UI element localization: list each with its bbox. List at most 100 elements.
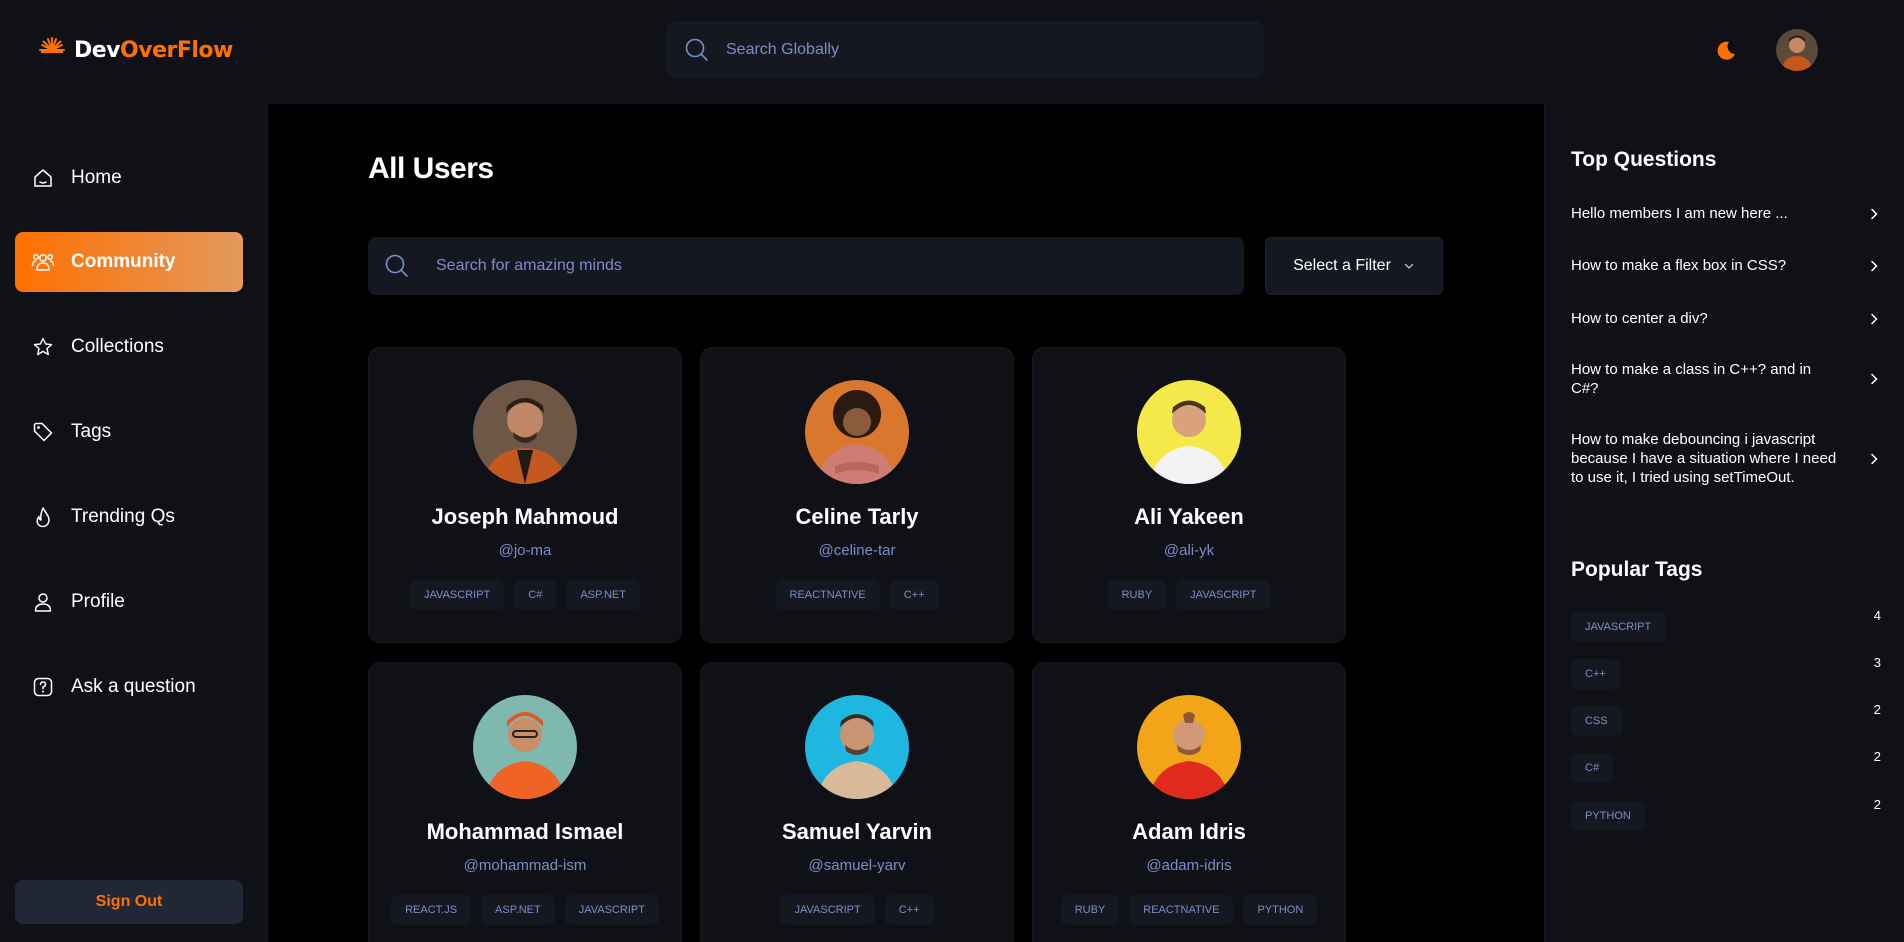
- sidebar-item-profile[interactable]: Profile: [15, 572, 243, 632]
- global-search-input[interactable]: [726, 41, 1226, 59]
- user-username: @jo-ma: [498, 542, 552, 559]
- tag-badge[interactable]: C#: [1571, 753, 1614, 783]
- user-tags: RUBY JAVASCRIPT: [1033, 580, 1345, 610]
- search-icon: [685, 38, 708, 61]
- tag-badge[interactable]: REACT.JS: [391, 895, 472, 925]
- popular-tags-heading: Popular Tags: [1571, 558, 1703, 581]
- user-card[interactable]: Mohammad Ismael @mohammad-ism REACT.JS A…: [368, 662, 682, 942]
- tag-badge[interactable]: REACTNATIVE: [775, 580, 880, 610]
- moon-icon: [1717, 41, 1735, 60]
- user-username: @samuel-yarv: [808, 857, 906, 874]
- filter-select-label: Select a Filter: [1293, 257, 1391, 274]
- popular-tag-row[interactable]: JAVASCRIPT 4: [1571, 608, 1881, 642]
- avatar: [805, 380, 909, 484]
- tag-badge[interactable]: JAVASCRIPT: [410, 580, 505, 610]
- tag-badge[interactable]: CSS: [1571, 706, 1622, 736]
- sidebar-item-ask-question[interactable]: Ask a question: [15, 657, 243, 717]
- popular-tag-row[interactable]: C++ 3: [1571, 655, 1881, 689]
- star-icon: [31, 335, 55, 359]
- filter-select[interactable]: Select a Filter: [1265, 237, 1443, 295]
- tag-badge[interactable]: REACTNATIVE: [1129, 895, 1234, 925]
- top-question-item[interactable]: Hello members I am new here ...: [1571, 204, 1881, 223]
- user-icon: [31, 590, 55, 614]
- chevron-right-icon: [1871, 313, 1878, 324]
- user-card[interactable]: Adam Idris @adam-idris RUBY REACTNATIVE …: [1032, 662, 1346, 942]
- popular-tag-row[interactable]: CSS 2: [1571, 702, 1881, 736]
- tag-badge[interactable]: PYTHON: [1571, 801, 1645, 831]
- sidebar-item-label: Tags: [71, 421, 112, 442]
- user-card[interactable]: Ali Yakeen @ali-yk RUBY JAVASCRIPT: [1032, 347, 1346, 643]
- user-name: Samuel Yarvin: [781, 819, 932, 844]
- tag-badge[interactable]: JAVASCRIPT: [1571, 612, 1666, 642]
- sign-out-button[interactable]: Sign Out: [15, 880, 243, 924]
- question-text: How to make a class in C++? and in C#?: [1571, 361, 1812, 397]
- global-search-bar[interactable]: [666, 21, 1264, 79]
- user-tags: JAVASCRIPT C++: [701, 895, 1013, 925]
- tag-badge[interactable]: JAVASCRIPT: [564, 895, 659, 925]
- tag-badge[interactable]: PYTHON: [1243, 895, 1318, 925]
- top-navbar: DevOverFlow: [0, 0, 1904, 104]
- user-card[interactable]: Joseph Mahmoud @jo-ma JAVASCRIPT C# ASP.…: [368, 347, 682, 643]
- tag-icon: [31, 420, 55, 444]
- tag-badge[interactable]: ASP.NET: [566, 580, 640, 610]
- user-username: @mohammad-ism: [463, 857, 587, 874]
- sidebar-item-collections[interactable]: Collections: [15, 317, 243, 377]
- sidebar-item-trending[interactable]: Trending Qs: [15, 487, 243, 547]
- tag-badge[interactable]: C++: [1571, 659, 1620, 689]
- user-name: Ali Yakeen: [1134, 504, 1244, 529]
- chevron-right-icon: [1871, 373, 1878, 385]
- user-search-bar[interactable]: [368, 237, 1244, 295]
- page-title: All Users: [368, 152, 494, 185]
- tag-badge[interactable]: C#: [514, 580, 557, 610]
- sidebar-item-home[interactable]: Home: [15, 148, 243, 208]
- user-username: @ali-yk: [1163, 542, 1215, 559]
- tag-count: 4: [1873, 608, 1881, 623]
- user-card[interactable]: Samuel Yarvin @samuel-yarv JAVASCRIPT C+…: [700, 662, 1014, 942]
- question-text: How to center a div?: [1571, 310, 1708, 327]
- avatar: [1137, 695, 1241, 799]
- theme-toggle-button[interactable]: [1712, 37, 1740, 65]
- tag-badge[interactable]: C++: [884, 895, 934, 925]
- sidebar-item-community[interactable]: Community: [15, 232, 243, 292]
- tag-badge[interactable]: JAVASCRIPT: [780, 895, 875, 925]
- logo[interactable]: DevOverFlow: [38, 36, 233, 64]
- user-tags: REACTNATIVE C++: [701, 580, 1013, 610]
- user-card[interactable]: Celine Tarly @celine-tar REACTNATIVE C++: [700, 347, 1014, 643]
- sidebar-item-tags[interactable]: Tags: [15, 402, 243, 462]
- user-name: Adam Idris: [1132, 819, 1246, 844]
- user-avatar[interactable]: [1776, 29, 1818, 71]
- user-tags: REACT.JS ASP.NET JAVASCRIPT: [369, 895, 681, 925]
- sidebar-item-label: Ask a question: [71, 676, 196, 697]
- chevron-right-icon: [1871, 453, 1878, 464]
- tag-badge[interactable]: RUBY: [1107, 580, 1167, 610]
- user-name: Joseph Mahmoud: [431, 504, 619, 529]
- popular-tag-row[interactable]: C# 2: [1571, 749, 1881, 783]
- question-text: Hello members I am new here ...: [1571, 205, 1788, 222]
- tag-badge[interactable]: C++: [889, 580, 939, 610]
- top-question-item[interactable]: How to make a class in C++? and in C#?: [1571, 360, 1881, 398]
- avatar: [473, 380, 577, 484]
- avatar: [1137, 380, 1241, 484]
- sidebar-item-label: Community: [71, 251, 176, 272]
- flame-icon: [31, 505, 55, 529]
- sidebar-item-label: Collections: [71, 336, 164, 357]
- home-icon: [31, 166, 55, 190]
- user-username: @adam-idris: [1146, 857, 1232, 874]
- top-question-item[interactable]: How to center a div?: [1571, 309, 1881, 328]
- tag-count: 2: [1873, 702, 1881, 717]
- top-question-item[interactable]: How to make debouncing i javascript beca…: [1571, 430, 1881, 487]
- sidebar-item-label: Trending Qs: [71, 506, 175, 527]
- logo-text: DevOverFlow: [74, 37, 233, 63]
- user-username: @celine-tar: [818, 542, 896, 559]
- user-search-input[interactable]: [436, 257, 1196, 275]
- tag-badge[interactable]: RUBY: [1060, 895, 1120, 925]
- avatar-image: [1776, 29, 1818, 71]
- users-icon: [31, 250, 55, 274]
- tag-badge[interactable]: JAVASCRIPT: [1176, 580, 1271, 610]
- tag-badge[interactable]: ASP.NET: [481, 895, 555, 925]
- popular-tag-row[interactable]: PYTHON 2: [1571, 797, 1881, 831]
- chevron-right-icon: [1871, 208, 1878, 219]
- top-question-item[interactable]: How to make a flex box in CSS?: [1571, 256, 1881, 275]
- starburst-logo-icon: [38, 37, 66, 64]
- top-questions-heading: Top Questions: [1571, 148, 1717, 171]
